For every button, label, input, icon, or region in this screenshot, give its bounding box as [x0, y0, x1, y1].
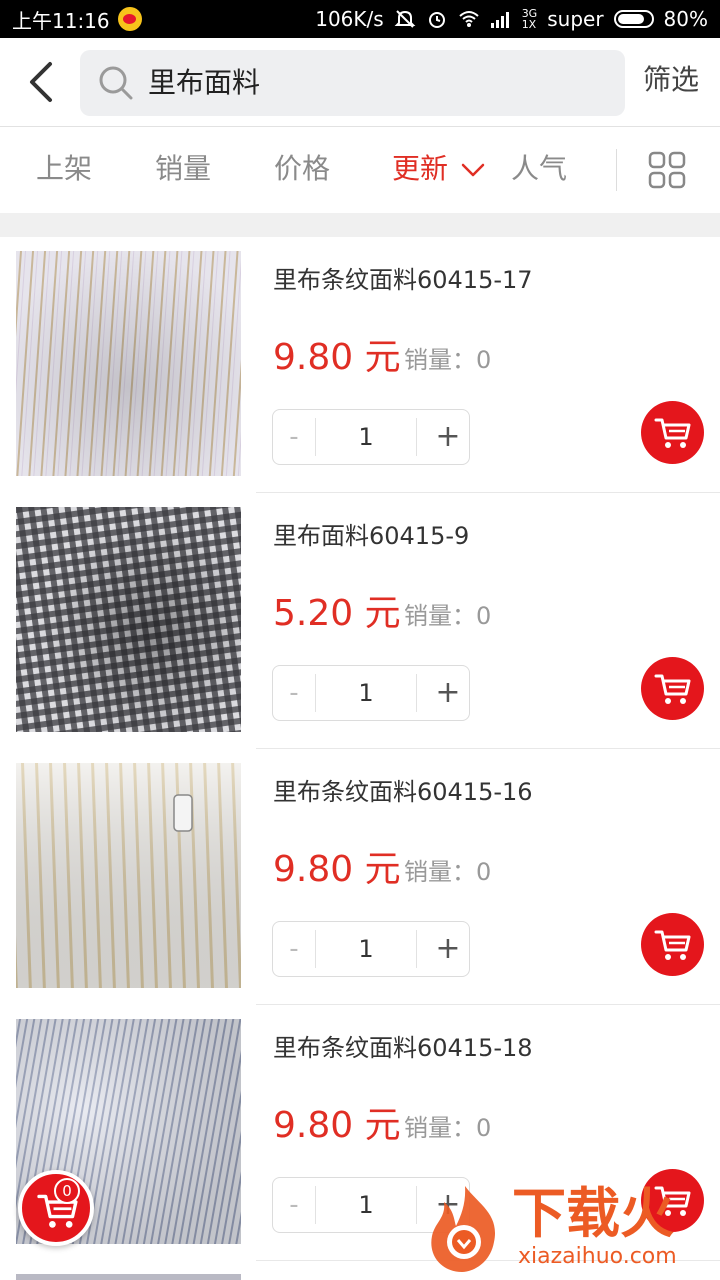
search-input[interactable]: 里布面料	[80, 50, 625, 116]
qty-minus-button[interactable]: -	[273, 922, 315, 976]
sort-tab-newest[interactable]: 上架	[36, 149, 92, 189]
back-arrow-icon[interactable]	[22, 58, 62, 106]
product-sales: 销量：0	[404, 858, 492, 886]
qty-minus-button[interactable]: -	[273, 666, 315, 720]
product-item[interactable]: 里布条纹面料60415-17 9.80 元 销量：0 - 1 +	[0, 237, 720, 493]
qty-value[interactable]: 1	[316, 666, 416, 720]
sort-bar: 上架 销量 价格 更新 人气	[0, 127, 720, 213]
product-image[interactable]	[16, 507, 241, 732]
product-list: 里布条纹面料60415-17 9.80 元 销量：0 - 1 + 里布面料604…	[0, 237, 720, 1261]
shopping-cart-icon	[654, 930, 691, 960]
qty-minus-button[interactable]: -	[273, 410, 315, 464]
quantity-stepper: - 1 +	[272, 921, 470, 977]
quantity-stepper: - 1 +	[272, 665, 470, 721]
stepper-divider	[416, 674, 417, 712]
product-item[interactable]: 里布面料60415-9 5.20 元 销量：0 - 1 +	[0, 493, 720, 749]
chevron-down-icon[interactable]	[460, 161, 486, 179]
qty-value[interactable]: 1	[316, 922, 416, 976]
add-to-cart-button[interactable]	[641, 913, 704, 976]
carrier-name: super	[547, 7, 604, 31]
watermark-logo: 下载火 xiazaihuo.com	[420, 1180, 720, 1280]
flame-logo-icon	[431, 1186, 496, 1272]
floating-cart-button[interactable]: 0	[18, 1170, 94, 1246]
product-sales: 销量：0	[404, 602, 492, 630]
watermark-text-en: xiazaihuo.com	[518, 1244, 677, 1269]
search-query: 里布面料	[148, 66, 261, 99]
qty-value[interactable]: 1	[316, 1178, 416, 1232]
add-to-cart-button[interactable]	[641, 401, 704, 464]
network-type: 3G 1X	[521, 7, 538, 31]
qty-plus-button[interactable]: +	[427, 922, 469, 976]
sort-tab-price[interactable]: 价格	[274, 149, 330, 189]
signal-icon	[490, 12, 509, 28]
qty-plus-button[interactable]: +	[427, 666, 469, 720]
product-price: 9.80 元	[273, 337, 401, 378]
section-gap	[0, 213, 720, 237]
product-price: 9.80 元	[273, 849, 401, 890]
product-title[interactable]: 里布条纹面料60415-16	[273, 775, 533, 809]
watermark-text-cn: 下载火	[512, 1182, 674, 1245]
next-product-image-peek	[16, 1274, 241, 1280]
search-header: 里布面料 筛选	[0, 38, 720, 127]
sort-tab-updated[interactable]: 更新	[392, 149, 448, 189]
alarm-icon	[428, 12, 445, 28]
status-time: 上午11:16	[12, 8, 110, 33]
product-sales: 销量：0	[404, 346, 492, 374]
stepper-divider	[416, 418, 417, 456]
sort-divider	[616, 149, 617, 191]
stepper-divider	[416, 930, 417, 968]
product-image[interactable]	[16, 763, 241, 988]
network-speed: 106K/s	[315, 7, 384, 31]
battery-fill	[617, 14, 644, 24]
quantity-stepper: - 1 +	[272, 409, 470, 465]
product-price: 5.20 元	[273, 593, 401, 634]
cart-count-badge: 0	[54, 1178, 80, 1204]
add-to-cart-button[interactable]	[641, 657, 704, 720]
sort-tab-popularity[interactable]: 人气	[511, 149, 567, 189]
wifi-icon	[459, 11, 479, 27]
status-bar: 上午11:16 106K/s 3G 1X super 80%	[0, 0, 720, 38]
product-item[interactable]: 里布条纹面料60415-16 9.80 元 销量：0 - 1 +	[0, 749, 720, 1005]
product-title[interactable]: 里布条纹面料60415-18	[273, 1031, 533, 1065]
battery-percent: 80%	[663, 7, 708, 31]
qty-value[interactable]: 1	[316, 410, 416, 464]
product-sales: 销量：0	[404, 1114, 492, 1142]
product-title[interactable]: 里布面料60415-9	[273, 519, 469, 553]
product-image[interactable]	[16, 251, 241, 476]
qty-plus-button[interactable]: +	[427, 410, 469, 464]
sort-tab-sales[interactable]: 销量	[155, 149, 211, 189]
qty-minus-button[interactable]: -	[273, 1178, 315, 1232]
mute-icon	[394, 10, 416, 28]
grid-view-icon[interactable]	[648, 151, 686, 189]
shopping-cart-icon	[654, 674, 691, 704]
filter-button[interactable]: 筛选	[643, 60, 699, 100]
product-title[interactable]: 里布条纹面料60415-17	[273, 263, 533, 297]
shopping-cart-icon	[654, 418, 691, 448]
product-price: 9.80 元	[273, 1105, 401, 1146]
search-icon	[99, 66, 133, 100]
weibo-icon	[117, 7, 142, 31]
battery-icon	[613, 10, 654, 28]
stepper-divider	[416, 1186, 417, 1224]
